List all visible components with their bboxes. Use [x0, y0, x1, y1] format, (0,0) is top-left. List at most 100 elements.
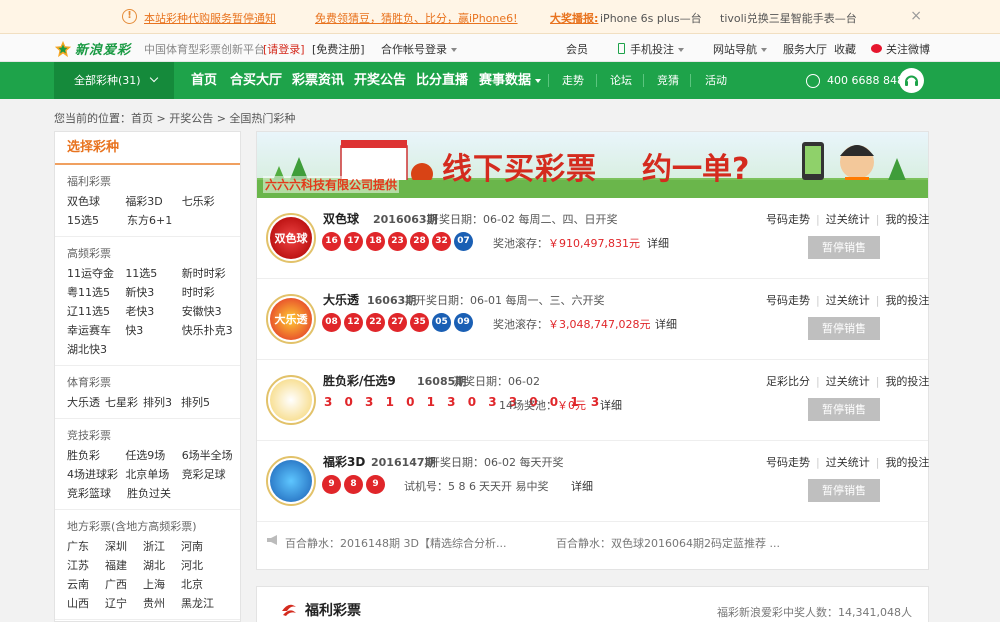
lottery-logo[interactable] — [266, 456, 316, 506]
sidebar-lottery-link[interactable]: 云南 — [67, 575, 105, 594]
lottery-detail-link[interactable]: 详细 — [571, 478, 593, 494]
nav-draw-results[interactable]: 开奖公告 — [354, 62, 406, 99]
sidebar-lottery-link[interactable]: 任选9场 — [125, 446, 181, 465]
sidebar-lottery-link[interactable]: 粤11选5 — [67, 283, 125, 302]
sidebar-lottery-link[interactable]: 老快3 — [125, 302, 181, 321]
trend-link[interactable]: 号码走势 — [766, 213, 810, 226]
nav-home[interactable]: 首页 — [191, 62, 217, 99]
sales-suspended-button[interactable]: 暂停销售 — [808, 479, 880, 502]
sidebar-lottery-link[interactable]: 快3 — [125, 321, 181, 340]
sidebar-lottery-link[interactable]: 山西 — [67, 594, 105, 613]
lottery-detail-link[interactable]: 详细 — [655, 316, 677, 332]
member-link[interactable]: 会员 — [566, 41, 588, 57]
sidebar-lottery-link[interactable]: 辽宁 — [105, 594, 143, 613]
sales-suspended-button[interactable]: 暂停销售 — [808, 398, 880, 421]
sidebar-lottery-link[interactable]: 11运夺金 — [67, 264, 125, 283]
sidebar-lottery-link[interactable]: 七乐彩 — [182, 192, 240, 211]
sidebar-lottery-link[interactable]: 浙江 — [143, 537, 181, 556]
my-bets-link[interactable]: 我的投注 — [885, 294, 929, 307]
notice-suspend-link[interactable]: 本站彩种代购服务暂停通知 — [144, 10, 276, 26]
lottery-logo[interactable] — [266, 375, 316, 425]
site-nav-dropdown[interactable]: 网站导航 — [713, 41, 767, 57]
sidebar-lottery-link[interactable]: 广东 — [67, 537, 105, 556]
mobile-bet-dropdown[interactable]: 手机投注 — [618, 41, 684, 57]
pass-stats-link[interactable]: 过关统计 — [826, 375, 870, 388]
sidebar-lottery-link[interactable]: 东方6+1 — [127, 211, 185, 230]
nav-match-data[interactable]: 赛事数据 — [479, 62, 542, 99]
my-bets-link[interactable]: 我的投注 — [885, 456, 929, 469]
sidebar-lottery-link[interactable]: 辽11选5 — [67, 302, 125, 321]
sidebar-lottery-link[interactable]: 广西 — [105, 575, 143, 594]
sidebar-lottery-link[interactable]: 幸运赛车 — [67, 321, 125, 340]
sidebar-lottery-link[interactable]: 河北 — [181, 556, 231, 575]
sidebar-lottery-link[interactable]: 排列5 — [181, 393, 231, 412]
lottery-name[interactable]: 双色球 — [323, 210, 359, 227]
sidebar-lottery-link[interactable]: 快乐扑克3 — [182, 321, 240, 340]
lottery-detail-link[interactable]: 详细 — [647, 235, 669, 251]
nav-quiz[interactable]: 竞猜 — [657, 62, 679, 99]
sidebar-lottery-link[interactable]: 北京 — [181, 575, 231, 594]
pass-stats-link[interactable]: 过关统计 — [826, 456, 870, 469]
sidebar-lottery-link[interactable]: 黑龙江 — [181, 594, 231, 613]
site-logo[interactable]: 新浪爱彩 — [54, 39, 131, 58]
news-link-2[interactable]: 百合静水：双色球2016064期2码定蓝推荐 ... — [556, 535, 780, 551]
nav-group-buy[interactable]: 合买大厅 — [230, 62, 282, 99]
nav-events[interactable]: 活动 — [705, 62, 727, 99]
sidebar-lottery-link[interactable]: 新快3 — [125, 283, 181, 302]
my-bets-link[interactable]: 我的投注 — [885, 375, 929, 388]
sidebar-lottery-link[interactable]: 胜负过关 — [127, 484, 185, 503]
nav-live-score[interactable]: 比分直播 — [416, 62, 468, 99]
lottery-logo[interactable]: 大乐透 — [266, 294, 316, 344]
sidebar-lottery-link[interactable]: 七星彩 — [105, 393, 143, 412]
all-lottery-dropdown[interactable]: 全部彩种(31) — [54, 62, 174, 99]
sidebar-lottery-link[interactable]: 时时彩 — [182, 283, 240, 302]
sidebar-lottery-link[interactable]: 深圳 — [105, 537, 143, 556]
sidebar-lottery-link[interactable]: 福建 — [105, 556, 143, 575]
sidebar-lottery-link[interactable]: 贵州 — [143, 594, 181, 613]
sidebar-lottery-link[interactable]: 安徽快3 — [182, 302, 240, 321]
trend-link[interactable]: 号码走势 — [766, 456, 810, 469]
trend-link[interactable]: 号码走势 — [766, 294, 810, 307]
service-hall-link[interactable]: 服务大厅 — [783, 41, 827, 57]
sidebar-lottery-link[interactable]: 竞彩足球 — [182, 465, 240, 484]
sidebar-lottery-link[interactable]: 双色球 — [67, 192, 125, 211]
sidebar-lottery-link[interactable]: 上海 — [143, 575, 181, 594]
lottery-logo[interactable]: 双色球 — [266, 213, 316, 263]
favorite-link[interactable]: 收藏 — [834, 41, 856, 57]
sidebar-lottery-link[interactable]: 6场半全场 — [182, 446, 240, 465]
promo-banner[interactable]: 六六六科技有限公司提供 线下买彩票 约一单? — [257, 132, 928, 198]
customer-service-icon[interactable] — [899, 68, 924, 93]
sales-suspended-button[interactable]: 暂停销售 — [808, 236, 880, 259]
sidebar-lottery-link[interactable]: 4场进球彩 — [67, 465, 125, 484]
weibo-follow-link[interactable]: 关注微博 — [871, 41, 930, 57]
register-link[interactable]: [免费注册] — [312, 41, 365, 57]
nav-forum[interactable]: 论坛 — [610, 62, 632, 99]
notice-promo-link[interactable]: 免费领猜豆，猜胜负、比分，赢iPhone6! — [315, 10, 518, 26]
sidebar-lottery-link[interactable]: 福彩3D — [125, 192, 181, 211]
pass-stats-link[interactable]: 过关统计 — [826, 294, 870, 307]
lottery-name[interactable]: 大乐透 — [323, 291, 359, 308]
close-notice-icon[interactable]: × — [910, 8, 922, 24]
nav-news[interactable]: 彩票资讯 — [292, 62, 344, 99]
news-link-1[interactable]: 百合静水：2016148期 3D【精选综合分析... — [285, 535, 506, 551]
sidebar-lottery-link[interactable]: 11选5 — [125, 264, 181, 283]
my-bets-link[interactable]: 我的投注 — [885, 213, 929, 226]
sidebar-lottery-link[interactable]: 湖北 — [143, 556, 181, 575]
sidebar-lottery-link[interactable]: 新时时彩 — [182, 264, 240, 283]
trend-link[interactable]: 足彩比分 — [766, 375, 810, 388]
sidebar-lottery-link[interactable]: 排列3 — [143, 393, 181, 412]
sidebar-lottery-link[interactable]: 河南 — [181, 537, 231, 556]
sidebar-lottery-link[interactable]: 湖北快3 — [67, 340, 127, 359]
sidebar-lottery-link[interactable]: 江苏 — [67, 556, 105, 575]
sidebar-lottery-link[interactable]: 15选5 — [67, 211, 127, 230]
sidebar-lottery-link[interactable]: 竞彩篮球 — [67, 484, 127, 503]
login-link[interactable]: [请登录] — [263, 41, 305, 57]
nav-trend[interactable]: 走势 — [562, 62, 584, 99]
pass-stats-link[interactable]: 过关统计 — [826, 213, 870, 226]
lottery-name[interactable]: 福彩3D — [323, 453, 365, 470]
lottery-detail-link[interactable]: 详细 — [600, 397, 622, 413]
partner-login-dropdown[interactable]: 合作帐号登录 — [381, 41, 457, 57]
sidebar-lottery-link[interactable]: 大乐透 — [67, 393, 105, 412]
sidebar-lottery-link[interactable]: 北京单场 — [125, 465, 181, 484]
lottery-name[interactable]: 胜负彩/任选9 — [323, 372, 396, 389]
